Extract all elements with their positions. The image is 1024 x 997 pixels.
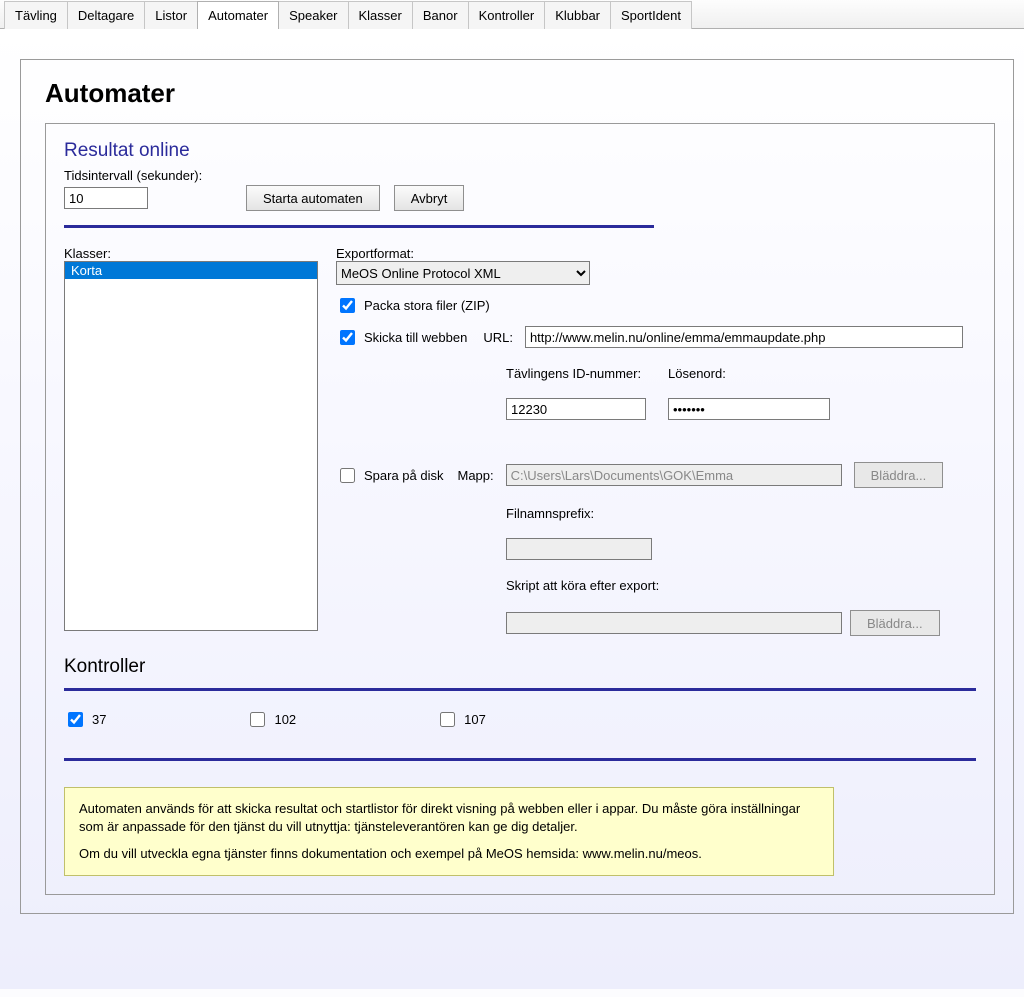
web-label: Skicka till webben xyxy=(364,330,467,345)
cancel-button[interactable]: Avbryt xyxy=(394,185,465,211)
separator-kontroller-bottom xyxy=(64,758,976,761)
info-p2: Om du vill utveckla egna tjänster finns … xyxy=(79,845,819,863)
automater-frame: Resultat online Tidsintervall (sekunder)… xyxy=(45,123,995,895)
tab-klasser[interactable]: Klasser xyxy=(348,1,413,29)
url-input[interactable] xyxy=(525,326,963,348)
tab-klubbar[interactable]: Klubbar xyxy=(544,1,611,29)
tab-kontroller[interactable]: Kontroller xyxy=(468,1,546,29)
kontroll-102-label: 102 xyxy=(274,712,296,727)
comp-id-label: Tävlingens ID-nummer: xyxy=(506,366,646,381)
disk-label: Spara på disk xyxy=(364,468,444,483)
kontroller-title: Kontroller xyxy=(64,656,976,678)
separator-kontroller-top xyxy=(64,688,976,691)
prefix-input xyxy=(506,538,652,560)
folder-input xyxy=(506,464,842,486)
password-label: Lösenord: xyxy=(668,366,830,381)
section-resultat-online: Resultat online xyxy=(64,140,976,162)
start-automaton-button[interactable]: Starta automaten xyxy=(246,185,380,211)
exportformat-select[interactable]: MeOS Online Protocol XML xyxy=(336,261,590,285)
prefix-label: Filnamnsprefix: xyxy=(506,506,976,521)
tab-tavling[interactable]: Tävling xyxy=(4,1,68,29)
exportformat-label: Exportformat: xyxy=(336,246,976,261)
kontroll-107-label: 107 xyxy=(464,712,486,727)
main-tabs: Tävling Deltagare Listor Automater Speak… xyxy=(0,0,1024,29)
interval-label: Tidsintervall (sekunder): xyxy=(64,168,976,183)
script-label: Skript att köra efter export: xyxy=(506,578,976,593)
zip-label: Packa stora filer (ZIP) xyxy=(364,298,490,313)
kontroll-102-checkbox[interactable] xyxy=(250,712,265,727)
disk-checkbox[interactable] xyxy=(340,468,355,483)
tab-automater[interactable]: Automater xyxy=(197,1,279,29)
script-input xyxy=(506,612,842,634)
url-label: URL: xyxy=(483,330,513,345)
browse-folder-button: Bläddra... xyxy=(854,462,944,488)
comp-id-input[interactable] xyxy=(506,398,646,420)
zip-checkbox[interactable] xyxy=(340,298,355,313)
klasser-listbox[interactable]: Korta xyxy=(64,261,318,631)
tab-listor[interactable]: Listor xyxy=(144,1,198,29)
page-title: Automater xyxy=(45,78,1013,109)
tab-sportident[interactable]: SportIdent xyxy=(610,1,692,29)
tab-deltagare[interactable]: Deltagare xyxy=(67,1,145,29)
browse-script-button: Bläddra... xyxy=(850,610,940,636)
klasser-item-korta[interactable]: Korta xyxy=(65,262,317,279)
password-input[interactable] xyxy=(668,398,830,420)
web-checkbox[interactable] xyxy=(340,330,355,345)
kontroll-37-checkbox[interactable] xyxy=(68,712,83,727)
interval-input[interactable] xyxy=(64,187,148,209)
separator-top xyxy=(64,225,654,228)
tab-speaker[interactable]: Speaker xyxy=(278,1,348,29)
info-p1: Automaten används för att skicka resulta… xyxy=(79,800,819,835)
folder-label: Mapp: xyxy=(458,468,494,483)
klasser-label: Klasser: xyxy=(64,246,318,261)
info-box: Automaten används för att skicka resulta… xyxy=(64,787,834,876)
tab-banor[interactable]: Banor xyxy=(412,1,469,29)
kontroll-107-checkbox[interactable] xyxy=(440,712,455,727)
kontroll-37-label: 37 xyxy=(92,712,106,727)
